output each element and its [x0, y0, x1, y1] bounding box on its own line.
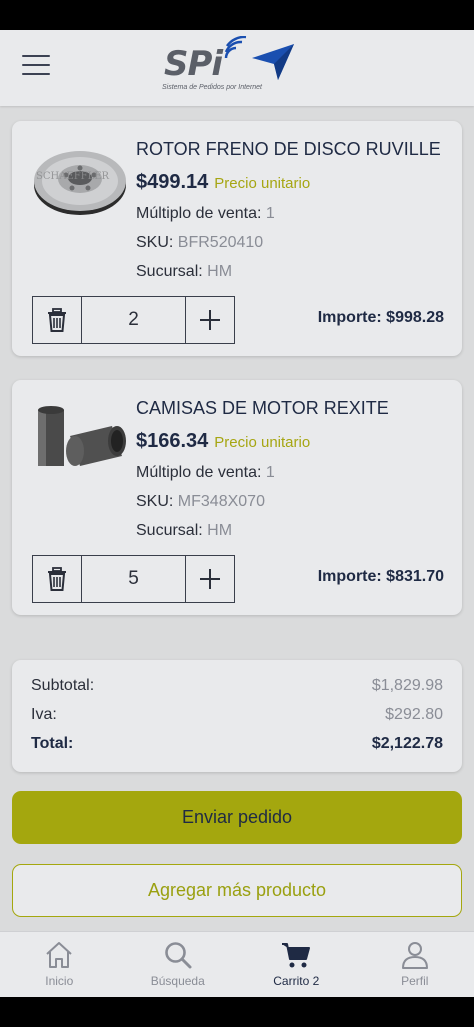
unit-price: $499.14 — [136, 171, 209, 193]
price-row: $499.14 Precio unitario — [136, 171, 310, 194]
branch-label: Sucursal: — [136, 263, 203, 280]
line-total: Importe: $831.70 — [317, 568, 444, 585]
quantity-stepper: 5 — [32, 555, 235, 603]
delete-button[interactable] — [33, 297, 81, 343]
product-title: ROTOR FRENO DE DISCO RUVILLE — [136, 139, 441, 159]
quantity-input[interactable]: 5 — [81, 556, 186, 602]
bottom-nav: Inicio Búsqueda Carrito 2 Perfil — [0, 931, 474, 997]
plus-icon — [200, 310, 220, 330]
image-watermark: SCHAEFFLER — [36, 171, 110, 182]
unit-price-label: Precio unitario — [214, 434, 311, 451]
nav-item-carrito[interactable]: Carrito 2 — [237, 932, 356, 997]
nav-label: Inicio — [45, 974, 74, 988]
subtotal-value: $1,829.98 — [371, 677, 443, 694]
logo-signal-icon — [224, 36, 247, 59]
sku-value: BFR520410 — [177, 234, 264, 251]
product-title: CAMISAS DE MOTOR REXITE — [136, 398, 389, 418]
send-order-button[interactable]: Enviar pedido — [12, 791, 462, 844]
multiple-label: Múltiplo de venta: — [136, 464, 262, 481]
branch-line: Sucursal: HM — [136, 263, 232, 281]
spi-logo: SPi Sistema de Pedidos por Internet — [160, 36, 300, 100]
nav-item-busqueda[interactable]: Búsqueda — [119, 932, 238, 997]
sku-label: SKU: — [136, 493, 174, 510]
branch-line: Sucursal: HM — [136, 522, 232, 540]
menu-icon-line — [22, 73, 50, 75]
sku-value: MF348X070 — [177, 493, 265, 510]
cart-item-card: SCHAEFFLER ROTOR FRENO DE DISCO RUVILLE … — [12, 121, 462, 356]
subtotal-row: Subtotal: $1,829.98 — [31, 677, 443, 695]
cylinder-sleeve-image — [38, 406, 126, 466]
sku-line: SKU: BFR520410 — [136, 234, 263, 252]
multiple-value: 1 — [265, 464, 275, 481]
user-icon — [401, 942, 428, 969]
branch-label: Sucursal: — [136, 522, 203, 539]
nav-label: Búsqueda — [150, 974, 205, 988]
order-totals: Subtotal: $1,829.98 Iva: $292.80 Total: … — [12, 660, 462, 772]
cart-item-card: CAMISAS DE MOTOR REXITE $166.34 Precio un… — [12, 380, 462, 615]
increment-button[interactable] — [186, 297, 234, 343]
quantity-input[interactable]: 2 — [81, 297, 186, 343]
delete-button[interactable] — [33, 556, 81, 602]
iva-value: $292.80 — [385, 706, 443, 723]
multiple-line: Múltiplo de venta: 1 — [136, 205, 275, 223]
menu-icon-line — [22, 64, 50, 66]
total-value: $2,122.78 — [371, 735, 443, 752]
increment-button[interactable] — [186, 556, 234, 602]
line-total: Importe: $998.28 — [317, 309, 444, 326]
quantity-stepper: 2 — [32, 296, 235, 344]
branch-value: HM — [207, 522, 233, 539]
sku-line: SKU: MF348X070 — [136, 493, 265, 511]
nav-item-inicio[interactable]: Inicio — [0, 932, 119, 997]
branch-value: HM — [207, 263, 233, 280]
nav-label: Carrito 2 — [273, 974, 320, 988]
search-icon — [164, 942, 192, 969]
subtotal-label: Subtotal: — [31, 677, 95, 694]
nav-label: Perfil — [401, 974, 429, 988]
app-header: SPi Sistema de Pedidos por Internet — [0, 30, 474, 106]
system-nav-bar — [0, 997, 474, 1027]
add-more-product-button[interactable]: Agregar más producto — [12, 864, 462, 917]
menu-icon-line — [22, 55, 50, 57]
status-bar — [0, 0, 474, 30]
cart-icon — [282, 943, 311, 968]
multiple-line: Múltiplo de venta: 1 — [136, 464, 275, 482]
unit-price-label: Precio unitario — [214, 175, 311, 192]
trash-icon — [48, 308, 66, 332]
iva-row: Iva: $292.80 — [31, 706, 443, 724]
logo-text: SPi — [164, 44, 223, 84]
logo-arrow-icon — [252, 44, 294, 80]
multiple-label: Múltiplo de venta: — [136, 205, 262, 222]
logo-subtitle: Sistema de Pedidos por Internet — [162, 84, 263, 91]
unit-price: $166.34 — [136, 430, 209, 452]
nav-item-perfil[interactable]: Perfil — [356, 932, 474, 997]
home-icon — [46, 942, 72, 968]
iva-label: Iva: — [31, 706, 57, 723]
menu-button[interactable] — [22, 52, 50, 78]
plus-icon — [200, 569, 220, 589]
multiple-value: 1 — [265, 205, 275, 222]
brake-rotor-image: SCHAEFFLER — [34, 151, 126, 215]
sku-label: SKU: — [136, 234, 174, 251]
total-row: Total: $2,122.78 — [31, 735, 443, 753]
trash-icon — [48, 567, 66, 591]
total-label: Total: — [31, 735, 74, 752]
price-row: $166.34 Precio unitario — [136, 430, 310, 453]
